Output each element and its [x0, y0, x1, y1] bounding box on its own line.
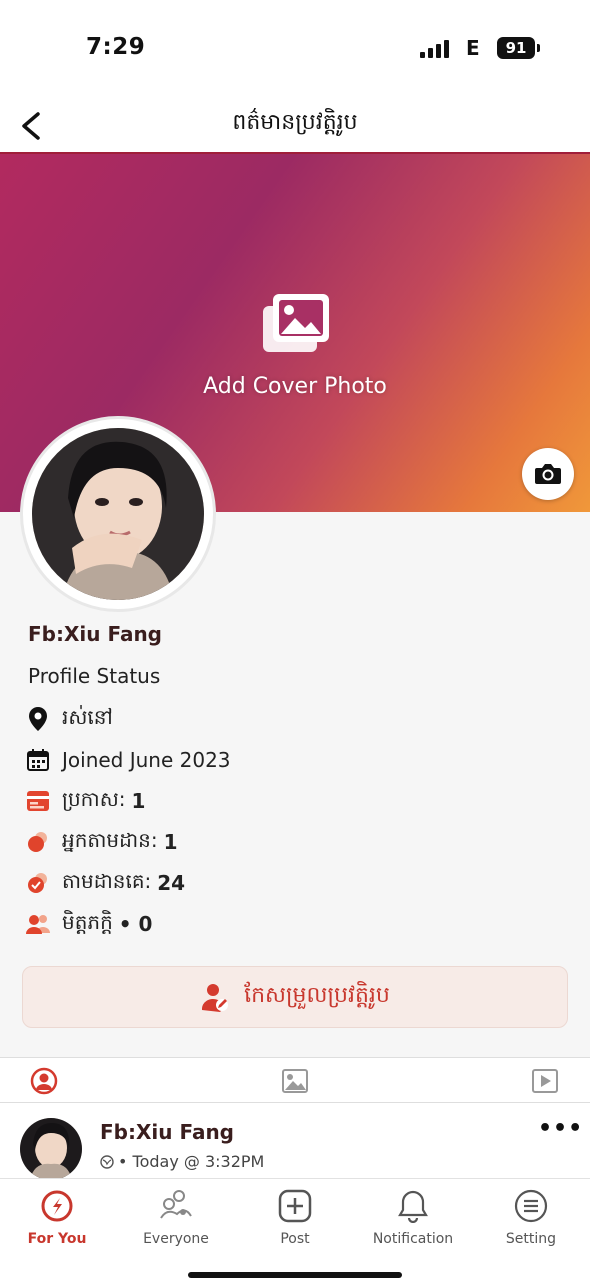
avatar-photo [32, 428, 204, 600]
bell-icon [398, 1190, 428, 1223]
location-row: រស់នៅ [24, 704, 113, 734]
calendar-icon [24, 746, 52, 774]
edit-user-icon [202, 984, 229, 1012]
play-icon [532, 1069, 558, 1093]
network-type: E [466, 36, 480, 60]
post-header: Fb:Xiu Fang • Today @ 3:32PM ••• [0, 1104, 590, 1180]
battery-icon: 91 [497, 37, 535, 59]
tab-photos[interactable] [280, 1066, 310, 1096]
followers-icon [24, 828, 52, 856]
nav-everyone[interactable]: Everyone [126, 1187, 226, 1247]
tab-videos[interactable] [530, 1066, 560, 1096]
following-row: តាមដានគេ: 24 [24, 868, 185, 898]
signal-icon [420, 40, 449, 58]
add-cover-label: Add Cover Photo [203, 374, 387, 399]
status-bar: 7:29 E 91 [0, 0, 590, 100]
posts-card-icon [24, 787, 52, 815]
following-check-icon [24, 869, 52, 897]
status-time: 7:29 [86, 34, 146, 60]
nav-for-you-label: For You [27, 1231, 87, 1247]
profile-name: Fb:Xiu Fang [28, 622, 162, 646]
joined-date: Joined June 2023 [62, 748, 231, 772]
following-label: តាមដានគេ: [62, 869, 152, 893]
nav-notification-label: Notification [372, 1231, 454, 1247]
user-circle-icon [30, 1067, 58, 1095]
posts-count: 1 [131, 789, 146, 813]
home-indicator [188, 1272, 402, 1278]
followers-label: អ្នកតាមដាន: [62, 828, 158, 852]
friends-count: • 0 [118, 912, 153, 936]
posts-label: ប្រកាស: [62, 787, 126, 811]
post-more-button[interactable]: ••• [538, 1116, 583, 1141]
edit-profile-button[interactable]: កែសម្រួលប្រវត្តិរូប [22, 966, 568, 1028]
followers-count: 1 [163, 830, 178, 854]
nav-post[interactable]: Post [245, 1187, 345, 1247]
tab-profile[interactable] [29, 1066, 59, 1096]
posts-row: ប្រកាស: 1 [24, 786, 145, 816]
profile-tabs [0, 1057, 590, 1103]
post-time: • Today @ 3:32PM [118, 1152, 265, 1171]
friends-group-icon [24, 910, 52, 938]
menu-list-icon [514, 1189, 548, 1223]
images-icon [263, 294, 329, 352]
friends-row: មិត្តភក្តិ • 0 [24, 909, 152, 939]
nav-for-you[interactable]: For You [7, 1187, 107, 1247]
top-header: ពត៌មានប្រវត្តិរូប [0, 100, 590, 152]
post-meta: • Today @ 3:32PM [100, 1152, 264, 1171]
nav-notification[interactable]: Notification [363, 1187, 463, 1247]
camera-icon [535, 464, 561, 484]
friends-label: មិត្តភក្តិ [62, 910, 113, 934]
image-icon [282, 1069, 308, 1093]
globe-icon [100, 1154, 114, 1169]
change-cover-camera-button[interactable] [522, 448, 574, 500]
battery-tip [537, 44, 540, 52]
followers-row: អ្នកតាមដាន: 1 [24, 827, 178, 857]
profile-status: Profile Status [28, 664, 161, 688]
everyone-icon [160, 1190, 192, 1219]
profile-avatar[interactable] [20, 416, 216, 612]
bottom-navigation: For You Everyone Post Notification Setti… [0, 1178, 590, 1280]
nav-setting[interactable]: Setting [481, 1187, 581, 1247]
page-title: ពត៌មានប្រវត្តិរូប [232, 110, 358, 135]
nav-post-label: Post [280, 1231, 310, 1247]
nav-setting-label: Setting [505, 1231, 557, 1247]
joined-row: Joined June 2023 [24, 745, 231, 775]
add-cover-photo-button[interactable]: Add Cover Photo [160, 282, 430, 402]
edit-profile-label: កែសម្រួលប្រវត្តិរូប [244, 983, 390, 1008]
following-count: 24 [157, 871, 186, 895]
nav-everyone-label: Everyone [143, 1231, 209, 1247]
post-author-avatar[interactable] [20, 1118, 82, 1180]
for-you-icon [41, 1190, 73, 1222]
post-author-name[interactable]: Fb:Xiu Fang [100, 1120, 234, 1144]
location-pin-icon [24, 705, 52, 733]
location-label: រស់នៅ [62, 705, 113, 729]
add-post-icon [278, 1189, 312, 1223]
